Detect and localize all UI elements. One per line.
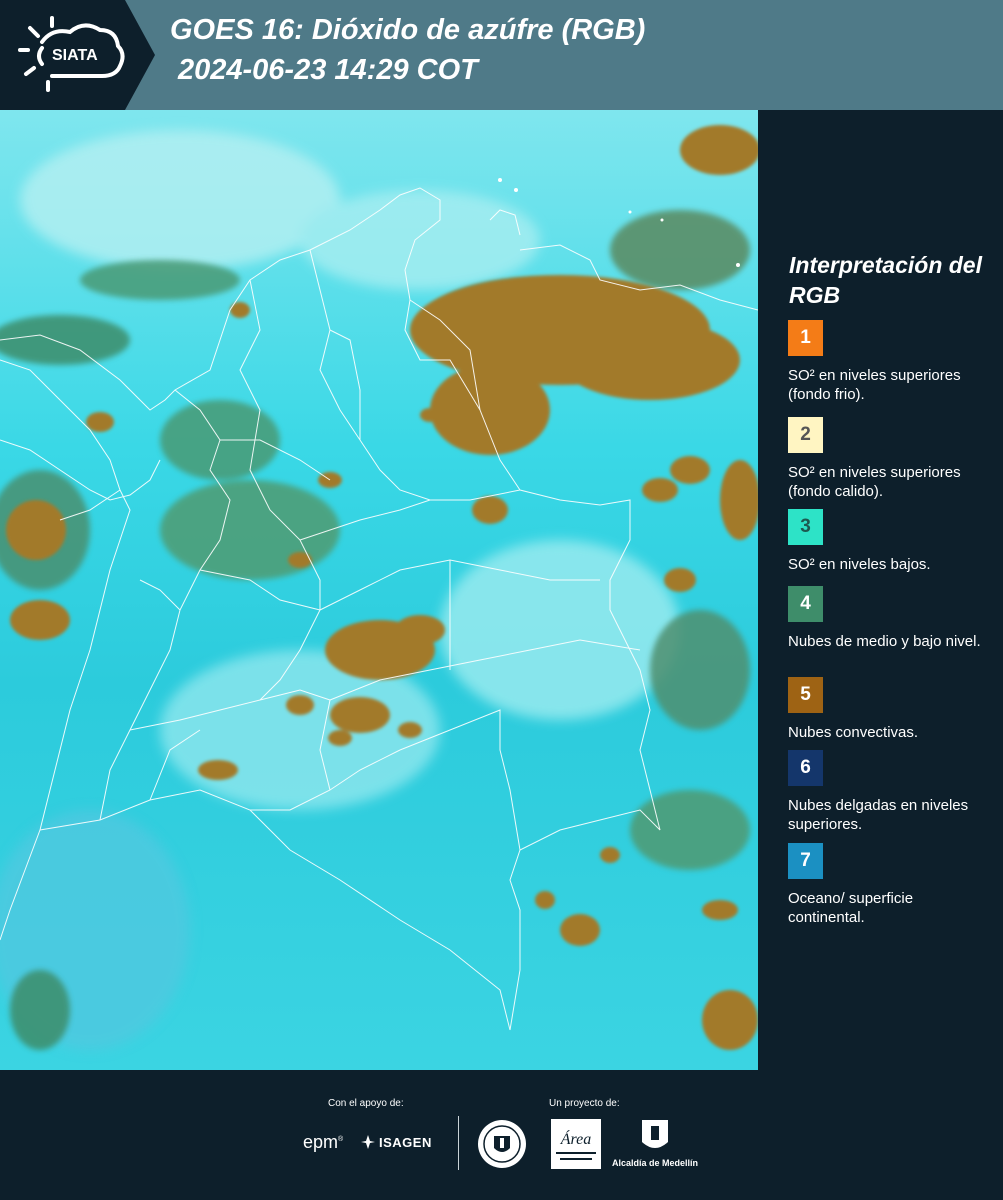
alcaldia-shield-icon [642, 1120, 668, 1148]
legend-label: Nubes convectivas. [788, 724, 919, 741]
legend-label: Nubes de medio y bajo nivel. [788, 633, 981, 650]
legend-swatch: 6 [788, 750, 823, 786]
legend-label: SO² en niveles bajos. [788, 556, 931, 573]
area-metropolitana-icon: Área [551, 1119, 601, 1169]
footer-divider [458, 1116, 459, 1170]
legend-title: Interpretación del RGB [789, 252, 982, 308]
epm-registered-mark: ® [338, 1136, 344, 1143]
alcaldia-label: Alcaldía de Medellín [612, 1158, 699, 1168]
logo-panel: SIATA [0, 0, 155, 110]
legend-item-6: 6 Nubes delgadas en niveles superiores. [788, 750, 988, 834]
svg-text:Área: Área [560, 1129, 592, 1148]
legend-swatch: 2 [788, 417, 823, 453]
epm-text: epm [303, 1132, 339, 1152]
page-title: GOES 16: Dióxido de azúfre (RGB) [170, 14, 646, 46]
legend-label: SO² en niveles superiores (fondo frio). [788, 367, 961, 403]
area-metropolitana-logo: Área [550, 1118, 602, 1170]
legend-label: Oceano/ superficie continental. [788, 890, 914, 926]
legend-label: Nubes delgadas en niveles superiores. [788, 797, 969, 833]
siata-logo: SIATA [18, 16, 125, 92]
legend-swatch: 3 [788, 509, 823, 545]
epm-logo: epm® [303, 1132, 343, 1153]
legend-swatch: 4 [788, 586, 823, 622]
legend-label: SO² en niveles superiores (fondo calido)… [788, 464, 961, 500]
project-label: Un proyecto de: [549, 1098, 620, 1109]
legend-item-4: 4 Nubes de medio y bajo nivel. [788, 586, 988, 651]
legend-swatch: 1 [788, 320, 823, 356]
map-image [0, 125, 758, 1050]
isagen-text: ISAGEN [379, 1134, 432, 1150]
isagen-logo: ISAGEN [360, 1134, 432, 1150]
footer-bar: Con el apoyo de: Un proyecto de: epm® IS… [0, 1070, 1003, 1200]
legend-item-3: 3 SO² en niveles bajos. [788, 509, 988, 574]
legend-item-5: 5 Nubes convectivas. [788, 677, 988, 742]
legend-swatch: 7 [788, 843, 823, 879]
legend-item-1: 1 SO² en niveles superiores (fondo frio)… [788, 320, 988, 404]
svg-text:SIATA: SIATA [52, 47, 98, 64]
satellite-map[interactable] [0, 110, 758, 1070]
support-label: Con el apoyo de: [328, 1098, 404, 1109]
header-bar: SIATA GOES 16: Dióxido de azúfre (RGB) 2… [0, 0, 1003, 110]
page-timestamp: 2024-06-23 14:29 COT [178, 54, 478, 86]
legend-item-2: 2 SO² en niveles superiores (fondo calid… [788, 417, 988, 501]
legend-item-7: 7 Oceano/ superficie continental. [788, 843, 988, 927]
legend-panel: Interpretación del RGB 1 SO² en niveles … [760, 110, 1003, 1070]
legend-swatch: 5 [788, 677, 823, 713]
isagen-icon [361, 1135, 375, 1149]
medellin-seal-icon [478, 1120, 526, 1168]
